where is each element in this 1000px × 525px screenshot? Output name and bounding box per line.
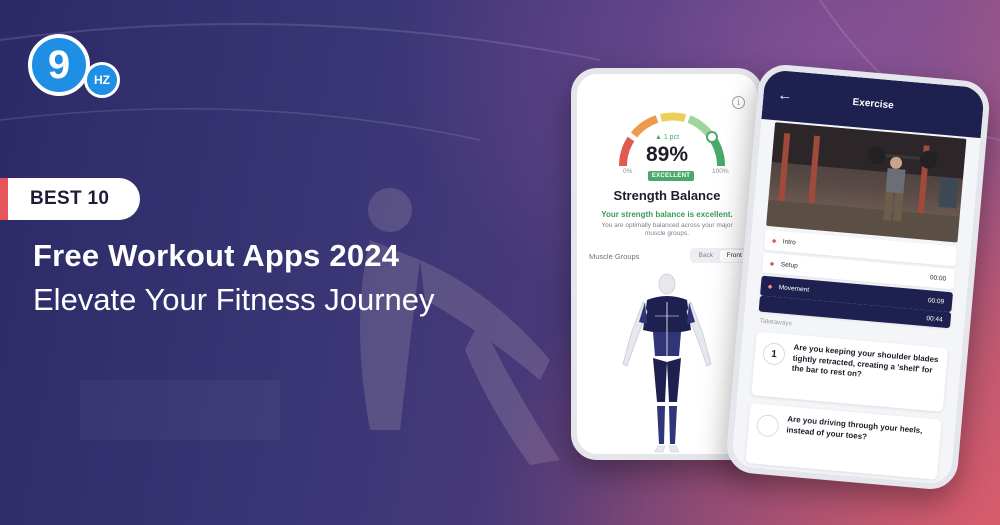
view-toggle: Back Front	[690, 248, 750, 263]
gauge-min-label: 0%	[623, 168, 633, 175]
exercise-video[interactable]	[766, 122, 967, 243]
section-time: 00:00	[929, 273, 947, 283]
gauge-max-label: 100%	[712, 168, 729, 175]
status-text: Your strength balance is excellent.	[601, 210, 733, 219]
question-number	[755, 413, 780, 438]
question-card[interactable]: 1 Are you keeping your shoulder blades t…	[751, 331, 949, 412]
best-pill-label: BEST 10	[30, 188, 110, 209]
brand-logo[interactable]: 9 HZ	[28, 34, 128, 100]
promo-banner: 9 HZ BEST 10 Free Workout Apps 2024 Elev…	[0, 0, 1000, 525]
best-pill: BEST 10	[0, 178, 140, 220]
muscle-groups-label: Muscle Groups	[589, 252, 640, 261]
section-time: 00:44	[926, 314, 943, 324]
info-icon[interactable]: i	[732, 96, 745, 109]
play-marker-icon: ◆	[767, 283, 773, 291]
phone-exercise: ← Exercise ◆ Intro ◆ Setup 00:00 ◆ Movem…	[724, 62, 992, 492]
question-number: 1	[762, 342, 786, 366]
question-text: Are you keeping your shoulder blades tig…	[791, 342, 939, 379]
question-card[interactable]: Are you driving through your heels, inst…	[745, 403, 942, 480]
status-description: You are optimally balanced across your m…	[601, 222, 733, 237]
athlete-silhouette	[360, 188, 560, 465]
best-pill-accent	[0, 178, 8, 220]
exercise-title: Exercise	[852, 96, 895, 112]
logo-circle: 9	[28, 34, 90, 96]
toggle-back[interactable]: Back	[692, 250, 721, 262]
section-time: 00:09	[927, 296, 945, 306]
screen-title: Strength Balance	[613, 188, 721, 203]
section-label: Intro	[782, 237, 797, 246]
subline: Elevate Your Fitness Journey	[33, 282, 435, 317]
section-label: Setup	[780, 260, 799, 270]
question-text: Are you driving through your heels, inst…	[786, 414, 923, 441]
play-marker-icon: ◆	[771, 237, 777, 245]
gauge-delta: ▲ 1 pct	[654, 134, 680, 141]
muscle-body-icon[interactable]	[617, 272, 717, 454]
headline: Free Workout Apps 2024	[33, 238, 400, 273]
logo-number: 9	[47, 43, 71, 87]
status-badge: EXCELLENT	[648, 171, 694, 181]
takeaways-label: Takeaways	[759, 317, 793, 328]
gym-scene	[766, 122, 967, 243]
gauge-value: 89%	[645, 143, 689, 166]
logo-badge: HZ	[84, 62, 120, 98]
play-marker-icon: ◆	[769, 260, 775, 268]
section-label: Movement	[778, 283, 810, 294]
